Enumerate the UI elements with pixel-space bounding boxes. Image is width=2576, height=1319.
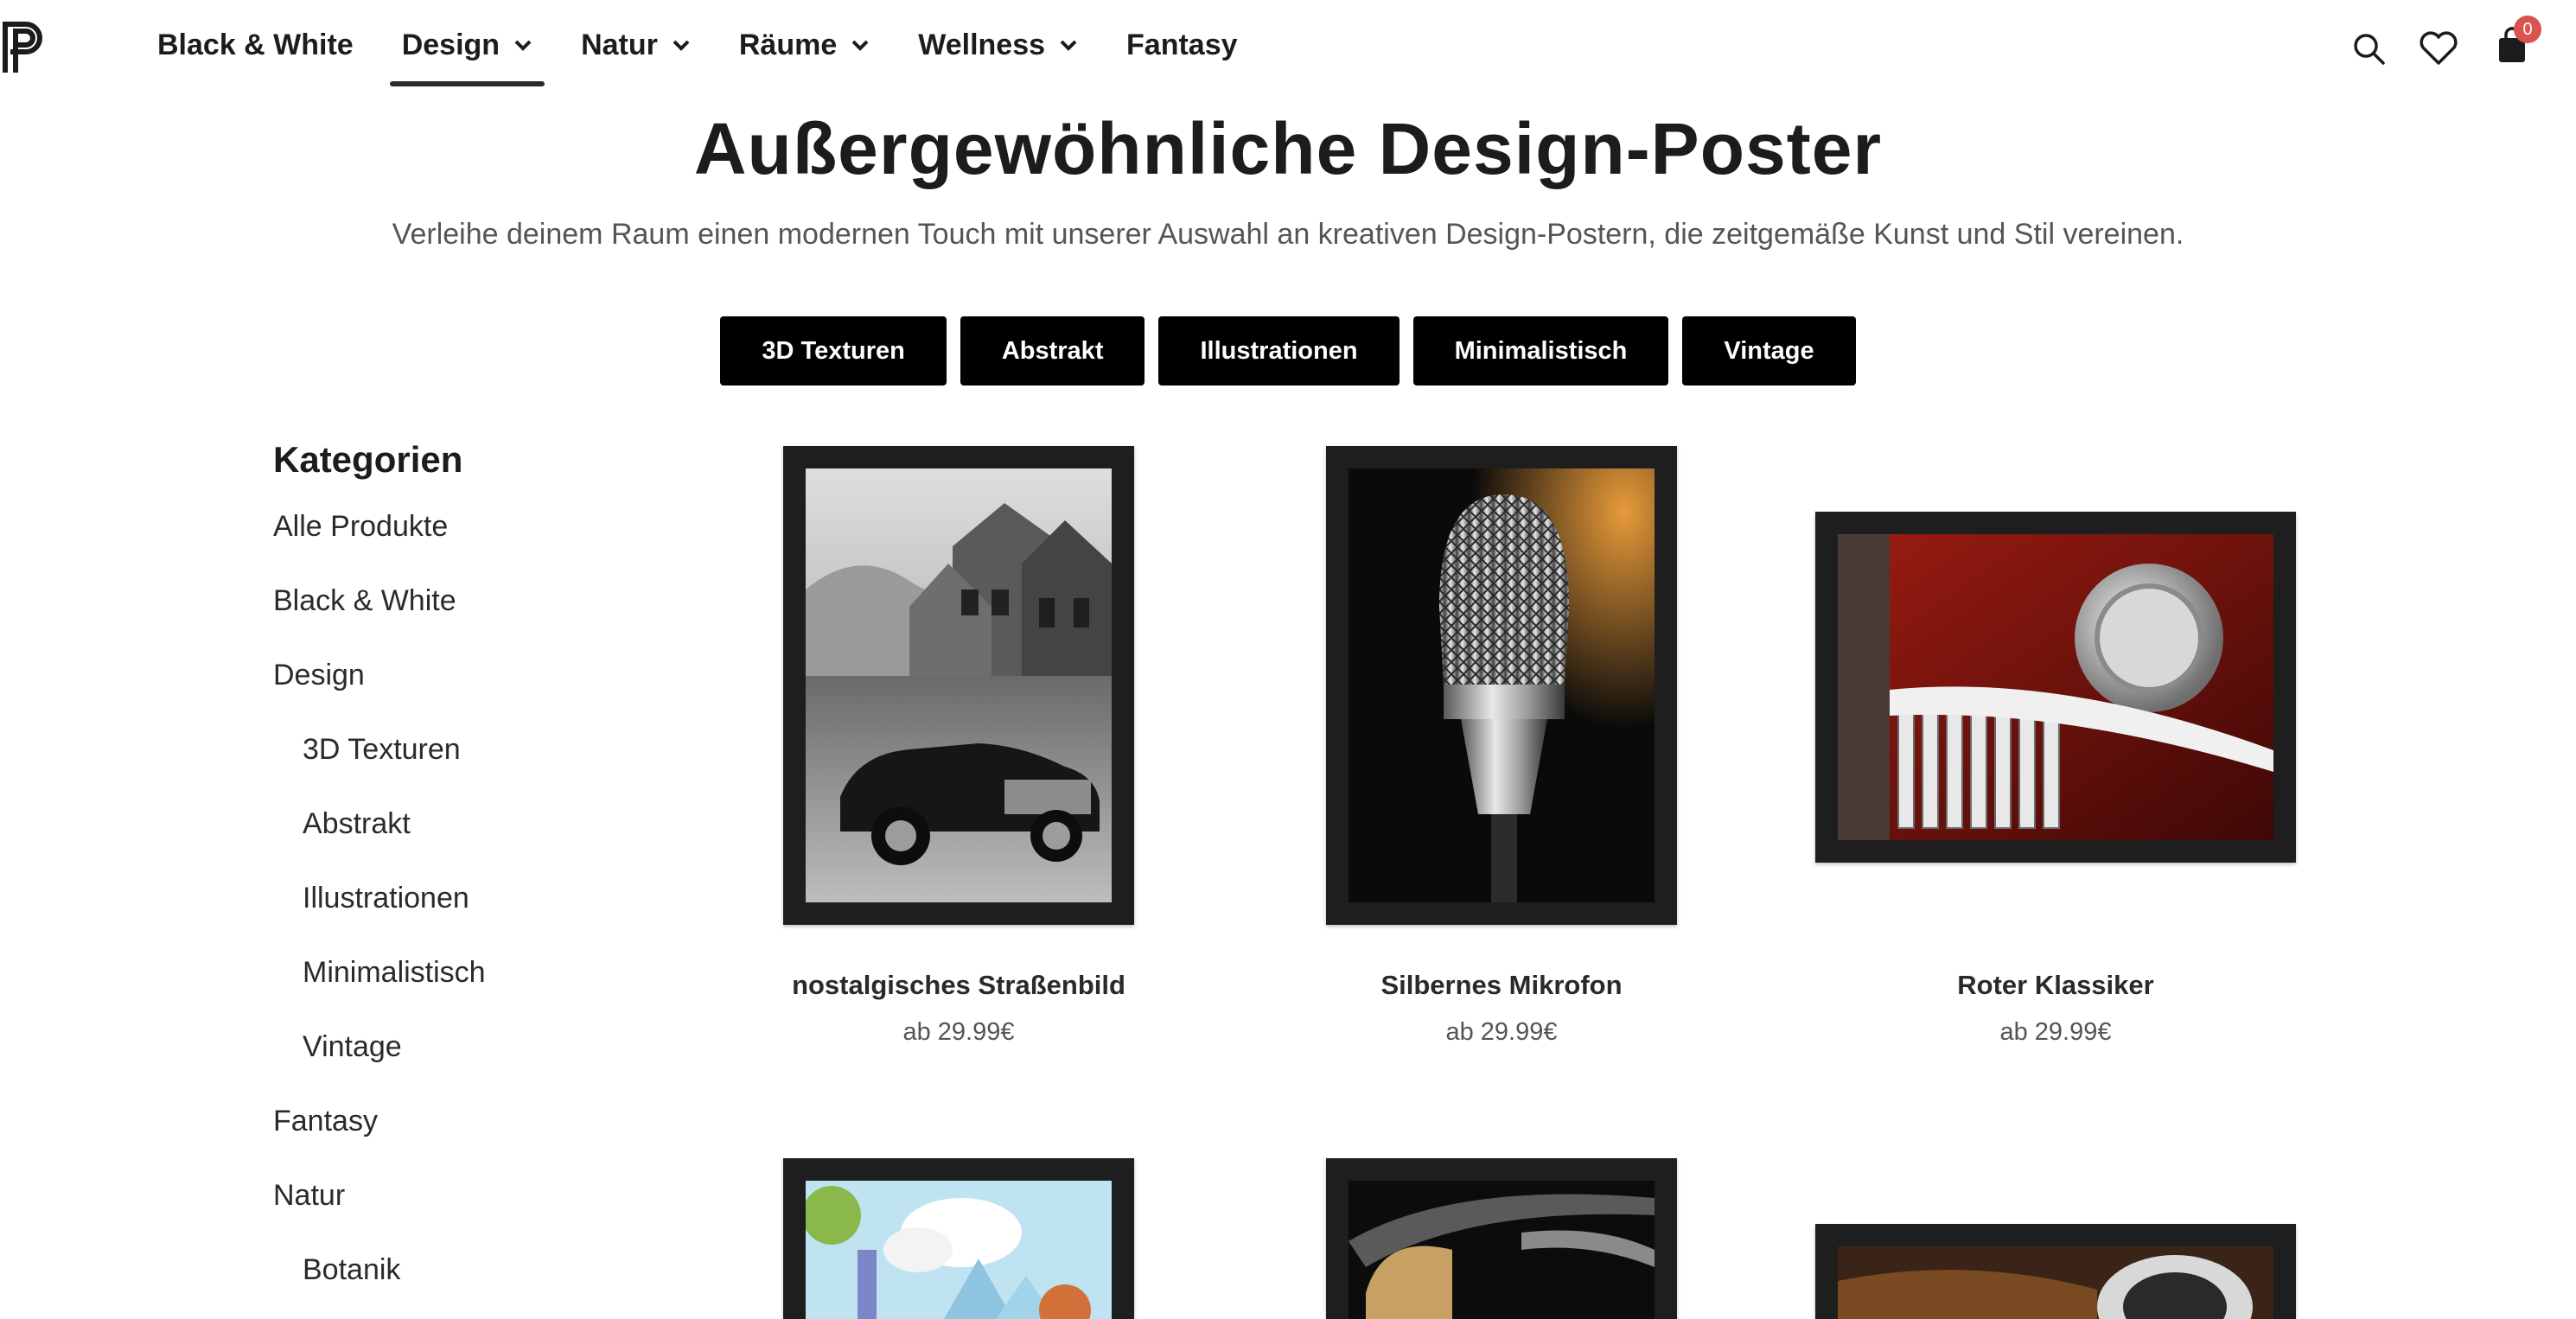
product-image-red-classic[interactable] (1815, 512, 2296, 863)
chip-3d-texturen[interactable]: 3D Texturen (720, 316, 947, 386)
poster-artwork (1838, 534, 2273, 840)
sidebar-item-vintage[interactable]: Vintage (273, 1023, 671, 1098)
chevron-down-icon (1060, 40, 1077, 51)
page-title: Außergewöhnliche Design-Poster (693, 108, 1883, 189)
nav-item-raeume[interactable]: Räume (727, 0, 882, 90)
product-image-chrome-detail[interactable] (1815, 1224, 2296, 1319)
nav-item-fantasy[interactable]: Fantasy (1114, 0, 1250, 90)
nav-item-natur[interactable]: Natur (569, 0, 703, 90)
sidebar-item-alle-produkte[interactable]: Alle Produkte (273, 503, 671, 577)
product-price: ab 29.99€ (1445, 1018, 1558, 1046)
sidebar-item-botanik[interactable]: Botanik (273, 1246, 671, 1319)
subcategory-chips: 3D Texturen Abstrakt Illustrationen Mini… (0, 316, 2576, 386)
poster-artwork (1349, 1181, 1655, 1319)
product-price: ab 29.99€ (1999, 1018, 2112, 1046)
sidebar-item-abstrakt[interactable]: Abstrakt (273, 800, 671, 875)
sidebar-heading: Kategorien (273, 439, 463, 480)
product-title[interactable]: nostalgisches Straßenbild (717, 970, 1201, 1001)
nav-item-design[interactable]: Design (389, 0, 545, 90)
nav-label: Design (401, 28, 501, 61)
brand-logo[interactable] (0, 19, 47, 74)
nav-label: Wellness (918, 28, 1046, 61)
nav-label: Natur (581, 28, 658, 61)
sidebar-item-design[interactable]: Design (273, 652, 671, 726)
product-title[interactable]: Roter Klassiker (1814, 970, 2298, 1001)
chip-vintage[interactable]: Vintage (1682, 316, 1856, 386)
nav-label: Räume (738, 28, 838, 61)
heart-icon[interactable] (2419, 31, 2458, 66)
chevron-down-icon (673, 40, 690, 51)
product-image-street-scene[interactable] (783, 446, 1134, 925)
product-image-microphone[interactable] (1326, 446, 1677, 925)
sidebar-item-3d-texturen[interactable]: 3D Texturen (273, 726, 671, 800)
sidebar-item-fantasy[interactable]: Fantasy (273, 1098, 671, 1172)
chip-illustrationen[interactable]: Illustrationen (1158, 316, 1400, 386)
chip-minimalistisch[interactable]: Minimalistisch (1412, 316, 1669, 386)
chevron-down-icon (514, 40, 532, 51)
sidebar-item-natur[interactable]: Natur (273, 1172, 671, 1246)
product-title[interactable]: Silbernes Mikrofon (1259, 970, 1744, 1001)
search-icon[interactable] (2351, 31, 2386, 66)
product-price: ab 29.99€ (902, 1018, 1015, 1046)
poster-artwork (806, 1181, 1112, 1319)
page-subtitle: Verleihe deinem Raum einen modernen Touc… (392, 218, 2184, 251)
poster-artwork (806, 468, 1112, 902)
nav-item-black-white[interactable]: Black & White (145, 0, 366, 90)
product-image-black-car[interactable] (1326, 1158, 1677, 1319)
product-image-illustration[interactable] (783, 1158, 1134, 1319)
main-navigation: Black & White Design Natur Räume Wellnes… (145, 0, 1274, 90)
category-sidebar: Kategorien Alle Produkte Black & White D… (273, 439, 671, 1319)
sidebar-item-minimalistisch[interactable]: Minimalistisch (273, 949, 671, 1023)
nav-item-wellness[interactable]: Wellness (906, 0, 1090, 90)
nav-label: Black & White (157, 28, 354, 61)
sidebar-item-illustrationen[interactable]: Illustrationen (273, 875, 671, 949)
sidebar-item-black-white[interactable]: Black & White (273, 577, 671, 652)
chevron-down-icon (851, 40, 869, 51)
cart-count-badge: 0 (2514, 16, 2541, 43)
poster-artwork (1349, 468, 1655, 902)
chip-abstrakt[interactable]: Abstrakt (960, 316, 1145, 386)
nav-label: Fantasy (1126, 28, 1238, 61)
poster-artwork (1838, 1246, 2273, 1319)
